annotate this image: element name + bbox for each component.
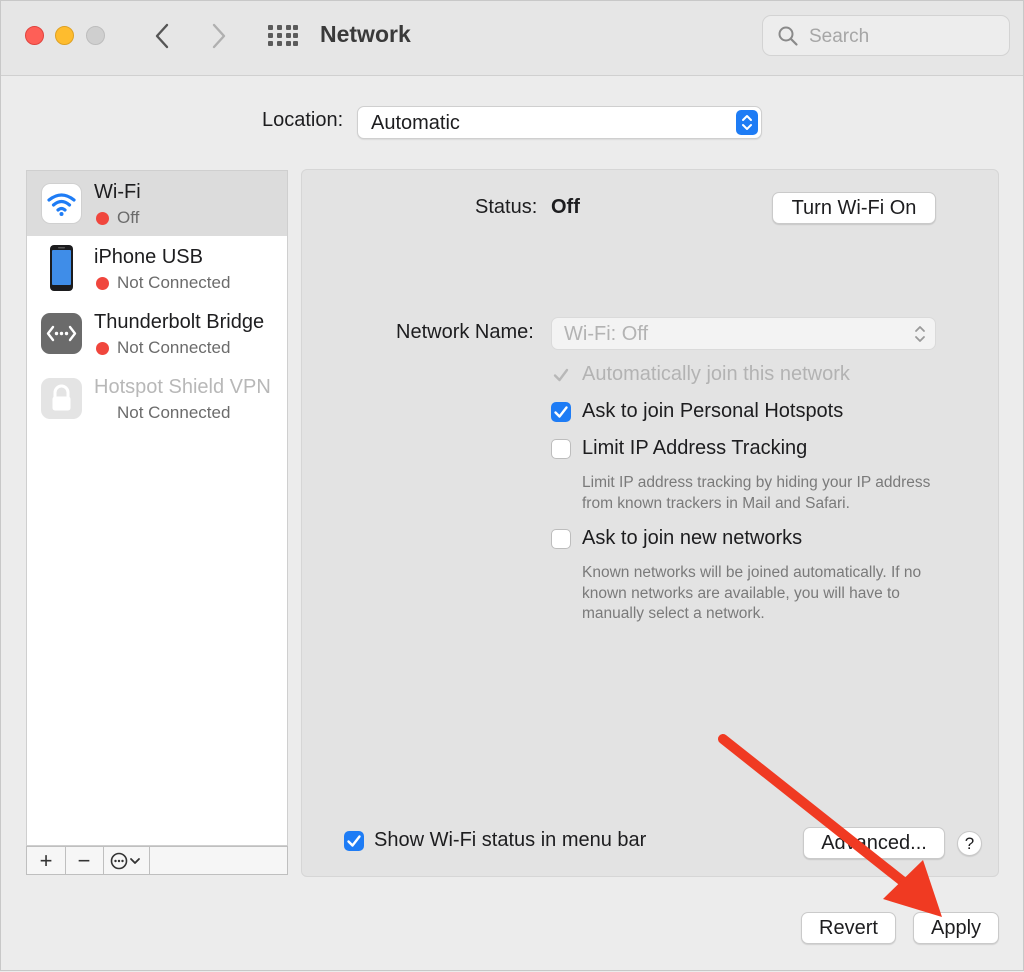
limit-ip-help-text: Limit IP address tracking by hiding your… — [582, 474, 931, 512]
status-dot-red — [96, 342, 109, 355]
advanced-button[interactable]: Advanced... — [803, 827, 945, 859]
turn-wifi-on-button[interactable]: Turn Wi-Fi On — [772, 192, 936, 224]
location-label: Location: — [262, 109, 344, 131]
ask-join-hotspots-checkbox[interactable] — [551, 402, 571, 422]
title-bar: Network Search — [1, 1, 1023, 76]
search-placeholder: Search — [809, 26, 870, 47]
lock-icon — [41, 378, 82, 419]
search-icon — [778, 26, 798, 46]
wifi-icon — [41, 183, 82, 224]
service-name: iPhone USB — [94, 246, 203, 268]
service-name: Thunderbolt Bridge — [94, 311, 265, 333]
service-name: Hotspot Shield VPN — [94, 376, 271, 398]
ask-join-hotspots-label: Ask to join Personal Hotspots — [582, 400, 844, 422]
location-value: Automatic — [371, 112, 460, 134]
service-list-toolbar: + − — [26, 846, 288, 875]
search-field[interactable]: Search — [762, 15, 1010, 56]
popup-arrows-icon — [915, 326, 925, 342]
status-label: Status: — [475, 196, 538, 218]
ask-join-new-networks-help-text: Known networks will be joined automatica… — [582, 564, 922, 622]
network-name-label: Network Name: — [396, 321, 534, 343]
network-name-select[interactable]: Wi-Fi: Off — [551, 317, 936, 350]
checkmark-icon — [554, 406, 568, 418]
status-dot-red — [96, 277, 109, 290]
show-all-grid-button[interactable] — [266, 23, 298, 49]
service-name: Wi-Fi — [94, 181, 141, 203]
show-wifi-status-label: Show Wi-Fi status in menu bar — [374, 829, 647, 851]
service-item-wifi[interactable]: Wi-Fi Off — [27, 171, 287, 236]
status-dot-red — [96, 212, 109, 225]
window-title: Network — [320, 21, 411, 47]
add-service-button[interactable]: + — [27, 847, 66, 874]
revert-button[interactable]: Revert — [801, 912, 896, 944]
limit-ip-tracking-label: Limit IP Address Tracking — [582, 437, 808, 459]
show-wifi-status-checkbox[interactable] — [344, 831, 364, 851]
limit-ip-tracking-checkbox[interactable] — [551, 439, 571, 459]
forward-button[interactable] — [204, 21, 234, 51]
checkmark-icon — [553, 368, 569, 382]
popup-arrows-icon — [736, 110, 758, 135]
ellipsis-circle-icon — [110, 852, 140, 869]
wifi-detail-panel — [301, 169, 999, 877]
chevron-left-icon — [155, 23, 169, 49]
service-status: Off — [117, 208, 140, 227]
thunderbolt-bridge-icon — [41, 313, 82, 354]
auto-join-checkbox[interactable] — [551, 365, 571, 385]
ask-join-new-networks-checkbox[interactable] — [551, 529, 571, 549]
remove-service-button[interactable]: − — [65, 847, 104, 874]
service-item-hotspot-shield-vpn[interactable]: Hotspot Shield VPN Not Connected — [27, 366, 287, 431]
auto-join-label: Automatically join this network — [582, 363, 850, 385]
close-window-button[interactable] — [25, 26, 44, 45]
service-item-thunderbolt-bridge[interactable]: Thunderbolt Bridge Not Connected — [27, 301, 287, 366]
service-status: Not Connected — [117, 338, 231, 357]
network-name-value: Wi-Fi: Off — [564, 323, 649, 345]
help-button[interactable]: ? — [957, 831, 982, 856]
chevron-right-icon — [212, 23, 226, 49]
service-status: Not Connected — [117, 403, 231, 422]
network-service-list: Wi-Fi Off iPhone USB Not Connected Thund… — [26, 170, 288, 846]
service-item-iphone-usb[interactable]: iPhone USB Not Connected — [27, 236, 287, 301]
checkmark-icon — [347, 835, 361, 847]
status-value: Off — [551, 196, 580, 218]
ask-join-new-networks-label: Ask to join new networks — [582, 527, 803, 549]
apply-button[interactable]: Apply — [913, 912, 999, 944]
minimize-window-button[interactable] — [55, 26, 74, 45]
iphone-icon — [41, 245, 82, 291]
zoom-window-button[interactable] — [86, 26, 105, 45]
location-select[interactable]: Automatic — [357, 106, 762, 139]
back-button[interactable] — [147, 21, 177, 51]
service-status: Not Connected — [117, 273, 231, 292]
network-preferences-window: Network Search Location: Automatic Wi-Fi… — [0, 0, 1024, 971]
service-actions-menu-button[interactable] — [103, 847, 150, 874]
